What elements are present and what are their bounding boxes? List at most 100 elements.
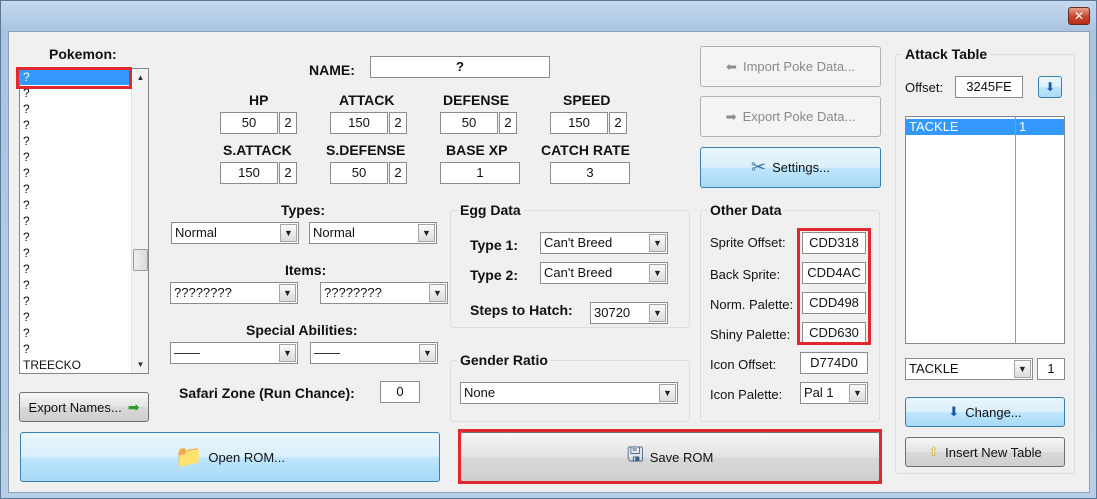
safari-input[interactable]: 0: [380, 381, 420, 403]
pokemon-listbox[interactable]: ?????????????????? TREECKO ▲ ▼: [19, 68, 149, 374]
egg-type1-value: Can't Breed: [544, 235, 613, 250]
export-names-button[interactable]: Export Names... ➡: [19, 392, 149, 422]
arrow-left-icon: ⬅: [726, 58, 737, 74]
export-poke-data-button[interactable]: ➡ Export Poke Data...: [700, 96, 881, 137]
defense-digits[interactable]: 2: [499, 112, 517, 134]
sdefense-input[interactable]: 50: [330, 162, 388, 184]
icon-offset-input[interactable]: D774D0: [800, 352, 868, 374]
sattack-digits[interactable]: 2: [279, 162, 297, 184]
pokemon-list-item[interactable]: ?: [20, 197, 148, 213]
insert-new-table-button[interactable]: ⇧ Insert New Table: [905, 437, 1065, 467]
sattack-input[interactable]: 150: [220, 162, 278, 184]
gender-ratio-value: None: [464, 385, 496, 400]
close-button[interactable]: ✕: [1068, 7, 1090, 25]
type1-select[interactable]: Normal ▼: [171, 222, 299, 244]
shiny-palette-label: Shiny Palette:: [710, 327, 791, 342]
attack-offset-input[interactable]: 3245FE: [955, 76, 1023, 98]
steps-select[interactable]: 30720 ▼: [590, 302, 668, 324]
attack-level-input[interactable]: 1: [1037, 358, 1065, 380]
scroll-thumb[interactable]: [133, 249, 148, 271]
tools-icon: ✂: [751, 157, 767, 177]
base-xp-label: BASE XP: [446, 142, 508, 158]
type2-select[interactable]: Normal ▼: [309, 222, 437, 244]
pokemon-list-item[interactable]: ?: [20, 245, 148, 261]
pokemon-list-item[interactable]: ?: [20, 117, 148, 133]
pokemon-list-item[interactable]: ?: [20, 229, 148, 245]
speed-digits[interactable]: 2: [609, 112, 627, 134]
name-input[interactable]: ?: [370, 56, 550, 78]
chevron-down-icon[interactable]: ▼: [279, 284, 296, 302]
base-xp-input[interactable]: 1: [440, 162, 520, 184]
change-label: Change...: [965, 404, 1022, 420]
attack-offset-go-button[interactable]: ⬇: [1038, 76, 1062, 98]
chevron-down-icon[interactable]: ▼: [659, 384, 676, 402]
egg-type1-label: Type 1:: [470, 237, 518, 253]
attack-row-move: TACKLE: [909, 119, 959, 134]
pokemon-list-item[interactable]: ?: [20, 181, 148, 197]
hp-digits[interactable]: 2: [279, 112, 297, 134]
sdefense-digits[interactable]: 2: [389, 162, 407, 184]
ability1-select[interactable]: —— ▼: [170, 342, 298, 364]
pokemon-list-item[interactable]: ?: [20, 341, 148, 357]
chevron-down-icon[interactable]: ▼: [419, 344, 436, 362]
attack-input[interactable]: 150: [330, 112, 388, 134]
abilities-label: Special Abilities:: [246, 322, 358, 338]
pokemon-list-item[interactable]: ?: [20, 133, 148, 149]
arrow-right-icon: ➡: [127, 398, 140, 415]
pokemon-list-item[interactable]: ?: [20, 101, 148, 117]
pokemon-list-item[interactable]: ?: [20, 213, 148, 229]
catch-rate-input[interactable]: 3: [550, 162, 630, 184]
egg-type2-label: Type 2:: [470, 267, 518, 283]
defense-input[interactable]: 50: [440, 112, 498, 134]
chevron-down-icon[interactable]: ▼: [279, 344, 296, 362]
hp-input[interactable]: 50: [220, 112, 278, 134]
attack-digits[interactable]: 2: [389, 112, 407, 134]
pokemon-list-scrollbar[interactable]: ▲ ▼: [131, 69, 148, 373]
hp-label: HP: [249, 92, 269, 108]
scroll-up-icon[interactable]: ▲: [133, 70, 148, 85]
speed-input[interactable]: 150: [550, 112, 608, 134]
gender-ratio-select[interactable]: None ▼: [460, 382, 678, 404]
pokemon-list-item[interactable]: ?: [20, 277, 148, 293]
attack-table-row[interactable]: TACKLE 1: [906, 119, 1064, 135]
pokemon-list-item[interactable]: ?: [20, 325, 148, 341]
pokemon-list-item[interactable]: TREECKO: [20, 357, 148, 373]
type2-value: Normal: [313, 225, 355, 240]
item2-select[interactable]: ???????? ▼: [320, 282, 448, 304]
highlight-selected-pokemon: [16, 67, 132, 89]
item1-select[interactable]: ???????? ▼: [170, 282, 298, 304]
egg-type2-select[interactable]: Can't Breed ▼: [540, 262, 668, 284]
pokemon-list-item[interactable]: ?: [20, 293, 148, 309]
attack-table-list[interactable]: TACKLE 1: [905, 116, 1065, 344]
pokemon-list-item[interactable]: ?: [20, 261, 148, 277]
icon-palette-value: Pal 1: [804, 385, 834, 400]
attack-move-select[interactable]: TACKLE ▼: [905, 358, 1033, 380]
import-poke-data-button[interactable]: ⬅ Import Poke Data...: [700, 46, 881, 87]
pokemon-list-item[interactable]: ?: [20, 309, 148, 325]
open-rom-button[interactable]: 📁 Open ROM...: [20, 432, 440, 482]
import-label: Import Poke Data...: [742, 59, 855, 74]
change-button[interactable]: ⬇ Change...: [905, 397, 1065, 427]
egg-type1-select[interactable]: Can't Breed ▼: [540, 232, 668, 254]
defense-label: DEFENSE: [443, 92, 510, 108]
pokemon-list-item[interactable]: ?: [20, 165, 148, 181]
scroll-down-icon[interactable]: ▼: [133, 357, 148, 372]
arrow-down-icon: ⬇: [948, 404, 960, 419]
chevron-down-icon[interactable]: ▼: [280, 224, 297, 242]
icon-offset-label: Icon Offset:: [710, 357, 777, 372]
icon-palette-select[interactable]: Pal 1 ▼: [800, 382, 868, 404]
pokemon-list-label: Pokemon:: [49, 46, 117, 62]
types-label: Types:: [281, 202, 326, 218]
chevron-down-icon[interactable]: ▼: [1014, 360, 1031, 378]
attack-column-divider: [1015, 117, 1016, 343]
chevron-down-icon[interactable]: ▼: [649, 264, 666, 282]
chevron-down-icon[interactable]: ▼: [429, 284, 446, 302]
chevron-down-icon[interactable]: ▼: [649, 234, 666, 252]
chevron-down-icon[interactable]: ▼: [418, 224, 435, 242]
chevron-down-icon[interactable]: ▼: [649, 304, 666, 322]
settings-button[interactable]: ✂ Settings...: [700, 147, 881, 188]
chevron-down-icon[interactable]: ▼: [849, 384, 866, 402]
ability2-select[interactable]: —— ▼: [310, 342, 438, 364]
pokemon-list-item[interactable]: ?: [20, 149, 148, 165]
app-window: ✕ Pokemon: ?????????????????? TREECKO ▲ ▼…: [0, 0, 1097, 499]
